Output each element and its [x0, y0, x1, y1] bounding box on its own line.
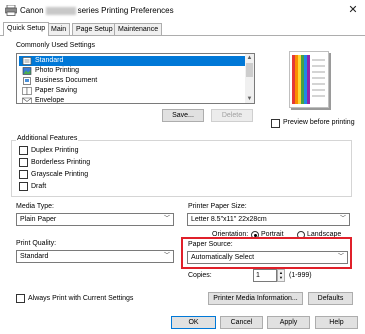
paper-source-select[interactable]: Automatically Select ﹀: [187, 251, 348, 264]
delete-button[interactable]: Delete: [211, 109, 253, 122]
paper-size-label: Printer Paper Size:: [188, 203, 247, 210]
print-quality-label: Print Quality:: [16, 240, 57, 247]
printer-media-info-button[interactable]: Printer Media Information...: [208, 292, 303, 305]
save-button[interactable]: Save...: [162, 109, 204, 122]
list-item-business-document[interactable]: Business Document: [19, 76, 245, 86]
copies-label: Copies:: [188, 272, 212, 279]
photo-icon: [22, 67, 32, 75]
always-print-label: Always Print with Current Settings: [28, 295, 134, 302]
list-item-envelope[interactable]: Envelope: [19, 96, 245, 104]
paper-size-select[interactable]: Letter 8.5"x11" 22x28cm ﹀: [187, 213, 350, 226]
document-icon: [23, 77, 31, 85]
print-quality-select[interactable]: Standard ﹀: [16, 250, 174, 263]
apply-button[interactable]: Apply: [267, 316, 310, 329]
list-scrollbar[interactable]: ▲ ▼: [245, 54, 254, 103]
media-type-select[interactable]: Plain Paper ﹀: [16, 213, 174, 226]
scroll-down-icon[interactable]: ▼: [245, 95, 254, 103]
list-item-paper-saving[interactable]: Paper Saving: [19, 86, 245, 96]
help-button[interactable]: Help: [315, 316, 358, 329]
borderless-checkbox[interactable]: [19, 158, 28, 167]
standard-icon: [22, 57, 32, 65]
draft-label: Draft: [31, 183, 47, 190]
copies-input[interactable]: 1: [253, 269, 277, 282]
scroll-thumb[interactable]: [246, 63, 253, 77]
paper-preview-image: [289, 51, 329, 108]
copies-range: (1-999): [289, 272, 312, 279]
ok-button[interactable]: OK: [171, 316, 216, 329]
preview-rainbow-icon: [292, 55, 325, 104]
preview-checkbox-label: Preview before printing: [283, 119, 355, 126]
cancel-button[interactable]: Cancel: [220, 316, 263, 329]
paper-source-value: Automatically Select: [191, 254, 255, 261]
list-item-label: Business Document: [35, 77, 98, 84]
list-item-photo-printing[interactable]: Photo Printing: [19, 66, 245, 76]
envelope-icon: [22, 97, 32, 103]
always-print-checkbox[interactable]: [16, 294, 25, 303]
list-item-standard[interactable]: Standard: [19, 56, 245, 66]
chevron-down-icon: ﹀: [163, 253, 170, 259]
chevron-down-icon: ﹀: [339, 216, 346, 222]
duplex-label: Duplex Printing: [31, 147, 79, 154]
paper-saving-icon: [22, 87, 32, 95]
title-bar: Canon series Printing Preferences ✕: [0, 0, 365, 22]
grayscale-checkbox[interactable]: [19, 170, 28, 179]
preview-checkbox[interactable]: [271, 119, 280, 128]
copies-stepper[interactable]: ▲ ▼: [277, 269, 285, 282]
media-type-label: Media Type:: [16, 203, 55, 210]
printer-icon: [5, 5, 17, 16]
title-prefix: Canon: [20, 6, 44, 15]
stepper-down-icon[interactable]: ▼: [278, 275, 284, 280]
commonly-used-list[interactable]: Standard Photo Printing Business Documen…: [16, 53, 255, 104]
window-title: Canon series Printing Preferences: [20, 6, 174, 15]
scroll-up-icon[interactable]: ▲: [245, 54, 254, 62]
defaults-button[interactable]: Defaults: [308, 292, 353, 305]
copies-value: 1: [256, 272, 260, 279]
chevron-down-icon: ﹀: [337, 254, 344, 260]
redacted-model: [45, 6, 76, 15]
paper-size-value: Letter 8.5"x11" 22x28cm: [191, 216, 267, 223]
media-type-value: Plain Paper: [20, 216, 57, 223]
duplex-checkbox[interactable]: [19, 146, 28, 155]
paper-source-label: Paper Source:: [188, 241, 233, 248]
print-quality-value: Standard: [20, 253, 49, 260]
list-item-label: Photo Printing: [35, 67, 79, 74]
draft-checkbox[interactable]: [19, 182, 28, 191]
additional-features-label: Additional Features: [16, 135, 79, 142]
close-icon[interactable]: ✕: [346, 3, 360, 17]
title-suffix: series Printing Preferences: [77, 6, 174, 15]
chevron-down-icon: ﹀: [163, 216, 170, 222]
commonly-used-label: Commonly Used Settings: [16, 42, 95, 49]
list-item-label: Envelope: [35, 97, 65, 104]
tab-quick-setup[interactable]: Quick Setup: [3, 22, 50, 36]
list-item-label: Standard: [35, 57, 64, 64]
list-item-label: Paper Saving: [35, 87, 78, 94]
grayscale-label: Grayscale Printing: [31, 171, 89, 178]
borderless-label: Borderless Printing: [31, 159, 91, 166]
